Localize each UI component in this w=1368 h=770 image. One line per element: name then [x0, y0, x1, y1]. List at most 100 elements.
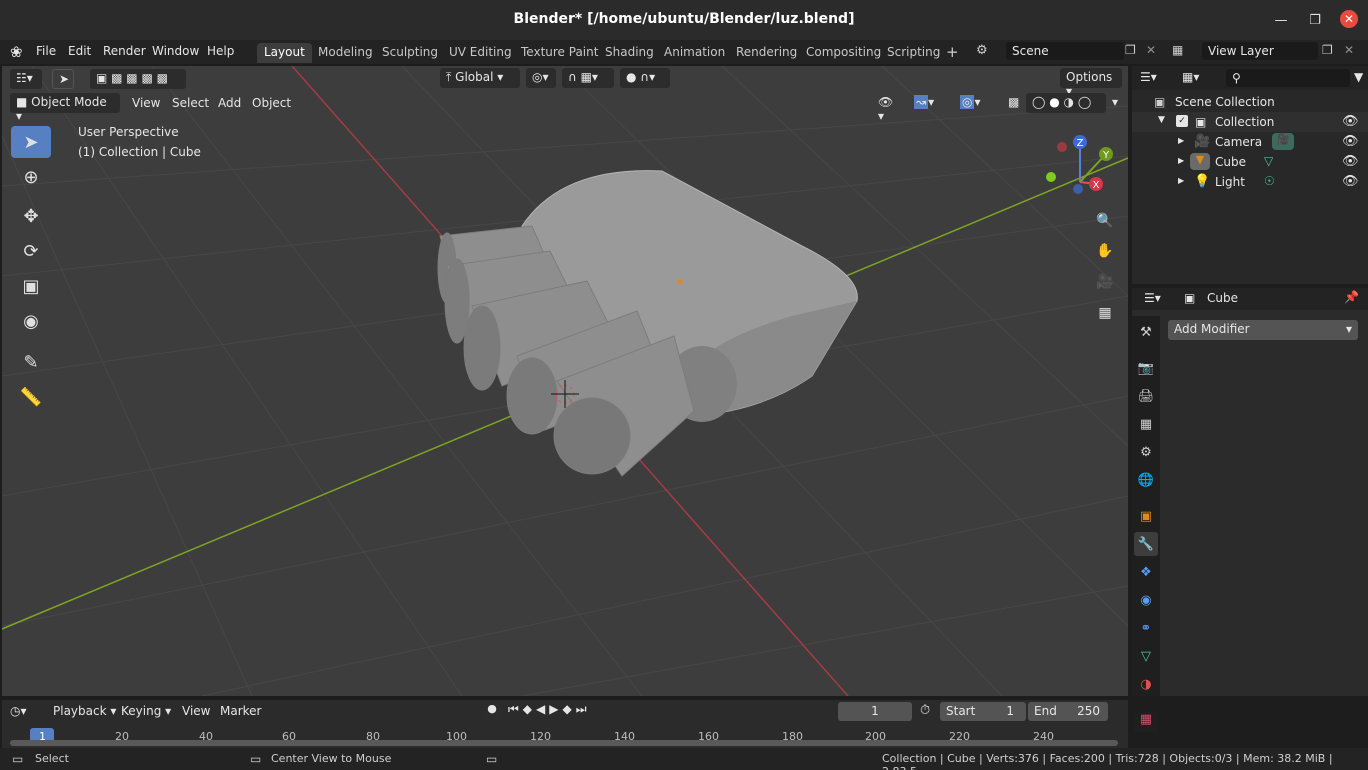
- tab-uv-editing[interactable]: UV Editing: [442, 43, 519, 63]
- blender-logo-icon[interactable]: ❀: [10, 43, 28, 61]
- menu-window[interactable]: Window: [152, 44, 199, 58]
- 3d-viewport[interactable]: ☷▾ ➤ ▣ ▩ ▩ ▩ ▩ ⤒ Global ▾ ◎▾ ∩ ▦▾ ● ∩▾ O…: [2, 66, 1128, 696]
- pin-icon[interactable]: 📌: [1344, 290, 1359, 304]
- minimize-icon[interactable]: —: [1271, 10, 1291, 30]
- scene-icon[interactable]: ⚙: [976, 43, 988, 58]
- menu-object[interactable]: Object: [252, 96, 291, 110]
- tab-rendering[interactable]: Rendering: [729, 43, 804, 63]
- rotate-tool[interactable]: ⟳: [11, 235, 51, 267]
- view-layer-tab-icon[interactable]: ▦: [1134, 412, 1158, 436]
- overlay-toggle-icon[interactable]: ◎ ▾: [954, 93, 996, 113]
- outliner-row-cube[interactable]: ▶ ▼ Cube ▽ 👁: [1132, 152, 1368, 172]
- zoom-icon[interactable]: 🔍: [1092, 208, 1118, 234]
- expand-arrow-icon[interactable]: ▶: [1178, 136, 1184, 145]
- marker-menu[interactable]: Marker: [220, 704, 261, 718]
- measure-tool[interactable]: 📏: [11, 381, 51, 413]
- mesh-data-icon[interactable]: ▽: [1264, 154, 1273, 168]
- pivot-icon[interactable]: ◎▾: [526, 68, 556, 88]
- annotate-tool[interactable]: ✎: [11, 346, 51, 378]
- keying-menu[interactable]: Keying ▾: [121, 704, 171, 718]
- tab-layout[interactable]: Layout: [257, 43, 312, 63]
- timer-icon[interactable]: ⏱: [920, 703, 930, 718]
- remove-view-layer-icon[interactable]: ✕: [1344, 43, 1354, 57]
- object-tab-icon[interactable]: ▣: [1134, 504, 1158, 528]
- proportional-edit-icon[interactable]: ● ∩▾: [620, 68, 670, 88]
- tab-sculpting[interactable]: Sculpting: [375, 43, 445, 63]
- filter-icon[interactable]: ▼: [1354, 70, 1363, 84]
- material-tab-icon[interactable]: ◑: [1134, 672, 1158, 696]
- select-box-tool[interactable]: ➤: [11, 126, 51, 158]
- outliner-search-input[interactable]: ⚲: [1226, 69, 1350, 87]
- display-mode-icon[interactable]: ▦▾: [1182, 70, 1199, 84]
- record-icon[interactable]: ●: [482, 702, 502, 720]
- shading-options-icon[interactable]: ▾: [1106, 93, 1124, 113]
- start-frame-field[interactable]: Start 1: [940, 702, 1026, 721]
- tab-shading[interactable]: Shading: [598, 43, 661, 63]
- world-tab-icon[interactable]: 🌐: [1134, 468, 1158, 492]
- outliner-type-icon[interactable]: ☰▾: [1140, 70, 1157, 84]
- add-workspace-icon[interactable]: +: [946, 43, 959, 61]
- shading-mode-icons[interactable]: ◯ ● ◑ ◯: [1026, 93, 1106, 113]
- outliner-row-camera[interactable]: ▶ 🎥 Camera 🎥 👁: [1132, 132, 1368, 152]
- options-dropdown[interactable]: Options ▾: [1060, 68, 1122, 98]
- eye-icon[interactable]: 👁: [1342, 154, 1359, 169]
- outliner-row-collection[interactable]: ▼ ✓ ▣ Collection 👁: [1132, 112, 1368, 132]
- menu-file[interactable]: File: [36, 44, 56, 58]
- mode-dropdown[interactable]: ■ Object Mode ▾: [10, 93, 120, 123]
- tab-scripting[interactable]: Scripting: [880, 43, 947, 63]
- outliner-row-light[interactable]: ▶ 💡 Light ☉ 👁: [1132, 172, 1368, 192]
- render-tab-icon[interactable]: 📷: [1134, 356, 1158, 380]
- expand-arrow-icon[interactable]: ▼: [1158, 115, 1165, 125]
- tab-modeling[interactable]: Modeling: [311, 43, 380, 63]
- pan-hand-icon[interactable]: ✋: [1092, 238, 1118, 264]
- mesh-data-tab-icon[interactable]: ▽: [1134, 644, 1158, 668]
- texture-tab-icon[interactable]: ▦: [1134, 712, 1158, 732]
- eye-icon[interactable]: 👁: [1342, 134, 1359, 149]
- outliner-row-scene-collection[interactable]: ▣ Scene Collection: [1132, 92, 1368, 112]
- playback-controls[interactable]: ⏮◆◀▶◆⏭: [508, 702, 591, 717]
- tool-tab-icon[interactable]: ⚒: [1134, 320, 1158, 344]
- gizmo-toggle-icon[interactable]: ↝ ▾: [908, 93, 950, 113]
- scale-tool[interactable]: ▣: [11, 270, 51, 302]
- camera-data-icon[interactable]: 🎥: [1272, 133, 1294, 150]
- visibility-icon[interactable]: 👁▾: [872, 93, 902, 123]
- eye-icon[interactable]: 👁: [1342, 114, 1359, 129]
- xray-icon[interactable]: ▩: [1002, 93, 1022, 113]
- new-scene-icon[interactable]: ❐: [1125, 43, 1136, 57]
- select-mode-icons[interactable]: ▣ ▩ ▩ ▩ ▩: [90, 69, 186, 89]
- expand-arrow-icon[interactable]: ▶: [1178, 176, 1184, 185]
- close-icon[interactable]: ✕: [1340, 10, 1358, 28]
- view-layer-icon[interactable]: ▦: [1172, 43, 1183, 57]
- view-layer-field[interactable]: View Layer: [1202, 42, 1318, 60]
- expand-arrow-icon[interactable]: ▶: [1178, 156, 1184, 165]
- new-view-layer-icon[interactable]: ❐: [1322, 43, 1333, 57]
- menu-select[interactable]: Select: [172, 96, 209, 110]
- editor-type-icon[interactable]: ☷▾: [10, 69, 42, 89]
- perspective-grid-icon[interactable]: ▦: [1092, 300, 1118, 326]
- modifier-tab-icon[interactable]: 🔧: [1134, 532, 1158, 556]
- cursor-tool[interactable]: ⊕: [11, 161, 51, 193]
- tab-animation[interactable]: Animation: [657, 43, 732, 63]
- add-modifier-dropdown[interactable]: Add Modifier ▾: [1168, 320, 1358, 340]
- tab-texture-paint[interactable]: Texture Paint: [514, 43, 605, 63]
- eye-icon[interactable]: 👁: [1342, 174, 1359, 189]
- camera-view-icon[interactable]: 🎥: [1092, 269, 1118, 295]
- menu-render[interactable]: Render: [103, 44, 146, 58]
- constraints-tab-icon[interactable]: ⚭: [1134, 616, 1158, 640]
- snap-icon[interactable]: ∩ ▦▾: [562, 68, 614, 88]
- timeline-type-icon[interactable]: ◷▾: [10, 704, 27, 718]
- particles-tab-icon[interactable]: ❖: [1134, 560, 1158, 584]
- maximize-icon[interactable]: ❐: [1305, 10, 1325, 30]
- scene-tab-icon[interactable]: ⚙: [1134, 440, 1158, 464]
- end-frame-field[interactable]: End 250: [1028, 702, 1108, 721]
- transform-orientation-dropdown[interactable]: ⤒ Global ▾: [440, 68, 520, 88]
- properties-type-icon[interactable]: ☰▾: [1144, 291, 1161, 305]
- menu-view[interactable]: View: [132, 96, 160, 110]
- select-tool-icon[interactable]: ➤: [52, 69, 74, 89]
- tab-compositing[interactable]: Compositing: [799, 43, 888, 63]
- checkbox-icon[interactable]: ✓: [1176, 115, 1188, 127]
- viewport-canvas[interactable]: [2, 66, 1128, 696]
- timeline-view-menu[interactable]: View: [182, 704, 210, 718]
- menu-edit[interactable]: Edit: [68, 44, 91, 58]
- playback-menu[interactable]: Playback ▾: [53, 704, 116, 718]
